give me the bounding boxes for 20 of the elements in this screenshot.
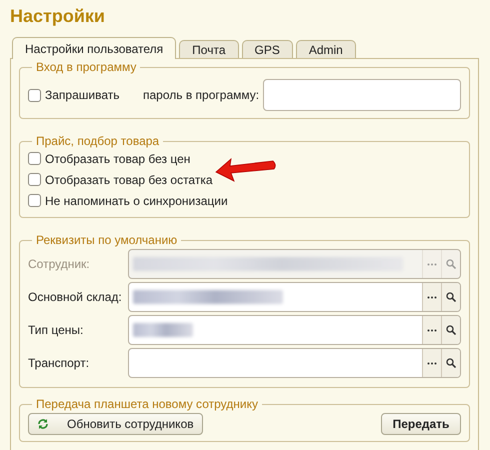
field-label: Транспорт: [28,355,90,372]
refresh-button[interactable]: Обновить сотрудников [28,413,203,435]
group-legend: Вход в программу [32,60,140,74]
tab[interactable]: Почта [179,40,238,58]
group-legend: Реквизиты по умолчанию [32,233,182,247]
checkbox-label[interactable]: Не напоминать о синхронизации [45,192,228,210]
checkbox-label[interactable]: Запрашивать [45,86,143,104]
page-title: Настройки [9,5,106,28]
checkbox-label[interactable]: Отобразать товар без цен [45,150,190,168]
checkbox-label[interactable]: Отобразать товар без остатка [45,170,213,188]
password-label: пароль в программу: [143,87,260,104]
tab[interactable]: Admin [296,40,356,58]
field-label: Сотрудник: [28,256,91,273]
field-label: Тип цены: [28,322,84,339]
group-legend: Передача планшета новому сотруднику [32,397,262,411]
transfer-button[interactable]: Передать [381,413,461,435]
tab[interactable]: GPS [242,40,293,58]
group-legend: Прайс, подбор товара [32,134,164,148]
tab[interactable]: Настройки пользователя [12,37,176,59]
field-label: Основной склад: [28,289,123,306]
